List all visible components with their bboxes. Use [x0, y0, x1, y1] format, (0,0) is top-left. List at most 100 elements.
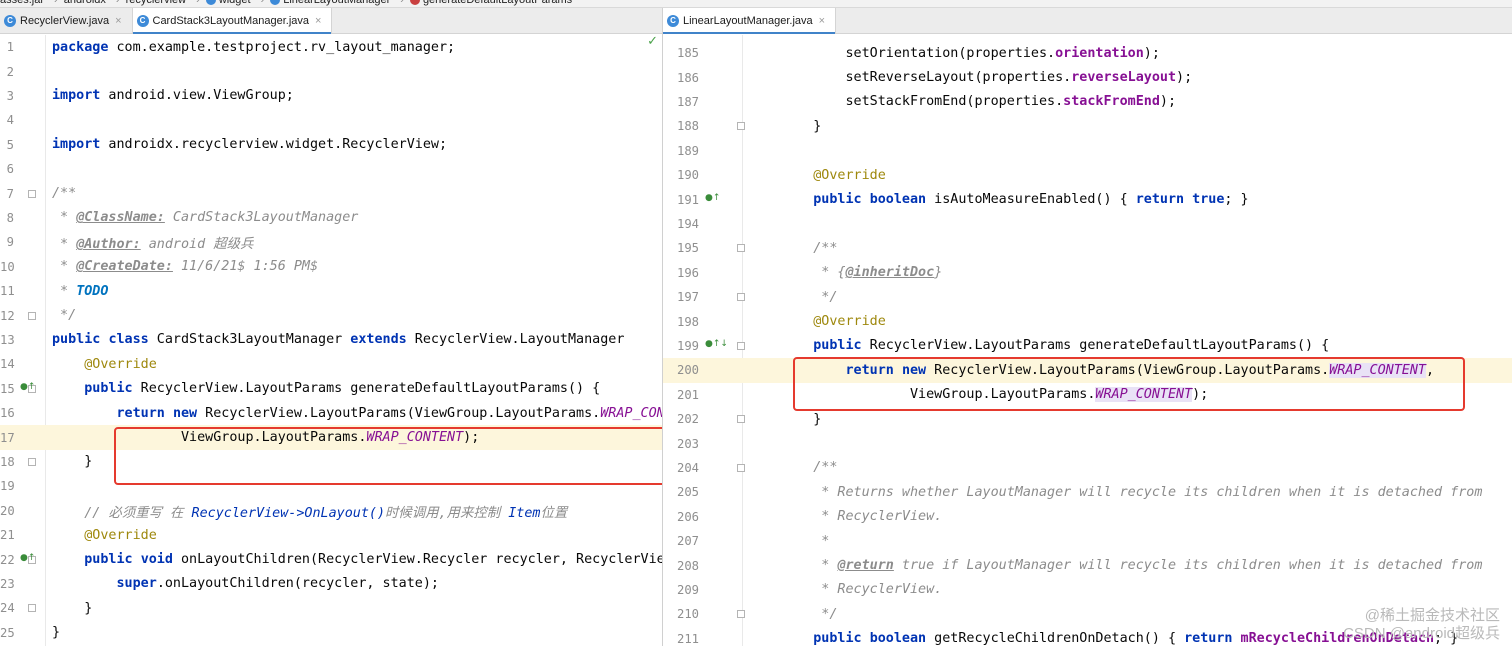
code-line[interactable]: 188 } — [663, 114, 1512, 138]
breadcrumb-label: LinearLayoutManager — [283, 0, 391, 6]
code-line[interactable]: 13 public class CardStack3LayoutManager e… — [0, 328, 662, 352]
code-line[interactable]: 204 /** — [663, 456, 1512, 480]
code-line[interactable]: 195 /** — [663, 236, 1512, 260]
breadcrumb-label: generateDefaultLayoutParams — [422, 0, 573, 6]
line-number: 24 — [0, 601, 15, 616]
code-text: } — [781, 411, 822, 427]
code-line[interactable]: 185 setOrientation(properties.orientatio… — [663, 41, 1512, 65]
code-line[interactable]: 8 * @ClassName: CardStack3LayoutManager — [0, 206, 662, 230]
fold-marker-icon[interactable] — [28, 458, 36, 466]
code-line[interactable]: 22 public void onLayoutChildren(Recycler… — [0, 547, 662, 571]
code-line[interactable]: 191 public boolean isAutoMeasureEnabled(… — [663, 187, 1512, 211]
code-line[interactable]: 199 public RecyclerView.LayoutParams gen… — [663, 334, 1512, 358]
code-text: * @ClassName: CardStack3LayoutManager — [52, 210, 359, 226]
tab-linearlayoutmanager-java[interactable]: C LinearLayoutManager.java × — [663, 8, 837, 34]
line-number: 7 — [6, 186, 14, 201]
highlight-box — [114, 427, 662, 485]
code-line[interactable]: 23 super.onLayoutChildren(recycler, stat… — [0, 572, 662, 596]
implements-gutter-icon[interactable]: ●↑ — [705, 193, 720, 203]
code-text: /** — [52, 186, 77, 202]
code-text: } — [52, 454, 93, 470]
fold-marker-icon[interactable] — [737, 342, 745, 350]
override-gutter-icon[interactable]: ●↑↓ — [705, 339, 728, 349]
code-text: import androidx.recyclerview.widget.Recy… — [52, 137, 448, 153]
code-line[interactable]: 209 * RecyclerView. — [663, 578, 1512, 602]
left-code-editor[interactable]: ✓ 1 package com.example.testproject.rv_la… — [0, 34, 662, 646]
code-text: } — [52, 600, 93, 616]
line-number: 2 — [6, 64, 14, 79]
fold-marker-icon[interactable] — [28, 604, 36, 613]
breadcrumb-item[interactable]: generateDefaultLayoutParams — [409, 0, 573, 6]
java-class-icon: C — [136, 14, 149, 27]
line-number: 10 — [0, 259, 15, 274]
tab-cardstack3layoutmanager-java[interactable]: C CardStack3LayoutManager.java × — [132, 8, 333, 34]
fold-marker-icon[interactable] — [737, 610, 745, 619]
code-line[interactable]: 6 — [0, 157, 662, 181]
code-text: public RecyclerView.LayoutParams generat… — [813, 338, 1330, 354]
close-icon[interactable]: × — [819, 15, 825, 27]
close-icon[interactable]: × — [315, 15, 321, 27]
code-line[interactable]: 194 — [663, 212, 1512, 236]
code-line[interactable]: 189 — [663, 139, 1512, 163]
code-text: * @return true if LayoutManager will rec… — [781, 558, 1483, 574]
code-line[interactable]: 1 package com.example.testproject.rv_layo… — [0, 35, 662, 59]
breadcrumb-label: androidx — [63, 0, 106, 6]
code-line[interactable]: 196 * {@inheritDoc} — [663, 261, 1512, 285]
right-editor-pane: C LinearLayoutManager.java × 185 setOrie… — [662, 8, 1512, 646]
fold-marker-icon[interactable] — [737, 415, 745, 424]
code-line[interactable]: 24 } — [0, 596, 662, 620]
tab-recyclerview-java[interactable]: C RecyclerView.java × — [0, 8, 133, 33]
code-line[interactable]: 16 return new RecyclerView.LayoutParams(… — [0, 401, 662, 425]
code-line[interactable]: 14 @Override — [0, 352, 662, 376]
code-line[interactable]: 3 import android.view.ViewGroup; — [0, 84, 662, 108]
code-line[interactable]: 206 * RecyclerView. — [663, 505, 1512, 529]
code-line[interactable]: 187 setStackFromEnd(properties.stackFrom… — [663, 90, 1512, 114]
code-line[interactable]: 198 @Override — [663, 309, 1512, 333]
fold-marker-icon[interactable] — [737, 293, 745, 302]
code-text: setStackFromEnd(properties.stackFromEnd)… — [781, 94, 1177, 110]
left-tab-bar: C RecyclerView.java × C CardStack3Layout… — [0, 8, 662, 34]
close-icon[interactable]: × — [115, 15, 121, 27]
code-line[interactable]: 203 — [663, 431, 1512, 455]
line-number: 20 — [0, 503, 15, 518]
code-line[interactable]: 207 * — [663, 529, 1512, 553]
fold-marker-icon[interactable] — [737, 244, 745, 253]
code-line[interactable]: 7 /** — [0, 181, 662, 205]
fold-marker-icon[interactable] — [28, 311, 36, 320]
breadcrumb-item[interactable]: androidx — [64, 0, 106, 6]
code-line[interactable]: 12 */ — [0, 303, 662, 327]
code-line[interactable]: 15 public RecyclerView.LayoutParams gene… — [0, 377, 662, 401]
code-line[interactable]: 197 */ — [663, 285, 1512, 309]
fold-marker-icon[interactable] — [737, 122, 745, 131]
code-line[interactable]: 2 — [0, 59, 662, 83]
code-line[interactable]: 11 * TODO — [0, 279, 662, 303]
breadcrumb-item[interactable]: recyclerview — [126, 0, 187, 6]
breadcrumb-item[interactable]: LinearLayoutManager — [270, 0, 390, 6]
code-line[interactable]: 5 import androidx.recyclerview.widget.Rec… — [0, 133, 662, 157]
code-text: @Override — [84, 356, 157, 372]
code-line[interactable]: 205 * Returns whether LayoutManager will… — [663, 480, 1512, 504]
fold-marker-icon[interactable] — [28, 189, 36, 198]
code-text: import android.view.ViewGroup; — [52, 88, 294, 104]
breadcrumb-item[interactable]: asses.jar — [0, 0, 44, 6]
code-line[interactable]: 25} — [0, 621, 662, 645]
override-gutter-icon[interactable]: ●↑ — [20, 553, 35, 563]
method-icon — [409, 0, 420, 5]
line-number: 206 — [676, 509, 699, 524]
code-line[interactable]: 10 * @CreateDate: 11/6/21$ 1:56 PM$ — [0, 255, 662, 279]
code-line[interactable]: 190 @Override — [663, 163, 1512, 187]
fold-marker-icon[interactable] — [737, 464, 745, 472]
override-gutter-icon[interactable]: ●↑ — [20, 382, 35, 392]
code-line[interactable]: 208 * @return true if LayoutManager will… — [663, 553, 1512, 577]
line-number: 196 — [676, 265, 699, 280]
code-line[interactable]: 186 setReverseLayout(properties.reverseL… — [663, 65, 1512, 89]
line-number: 23 — [0, 576, 15, 591]
breadcrumb-item[interactable]: widget — [205, 0, 251, 6]
line-number: 208 — [676, 558, 699, 573]
code-line[interactable]: 9 * @Author: android 超级兵 — [0, 230, 662, 254]
code-line[interactable]: 20 // 必须重写 在 RecyclerView->OnLayout()时候调… — [0, 499, 662, 523]
code-line[interactable]: 4 — [0, 108, 662, 132]
line-number: 205 — [676, 485, 699, 500]
right-code-editor[interactable]: 185 setOrientation(properties.orientatio… — [663, 35, 1512, 646]
code-line[interactable]: 21 @Override — [0, 523, 662, 547]
